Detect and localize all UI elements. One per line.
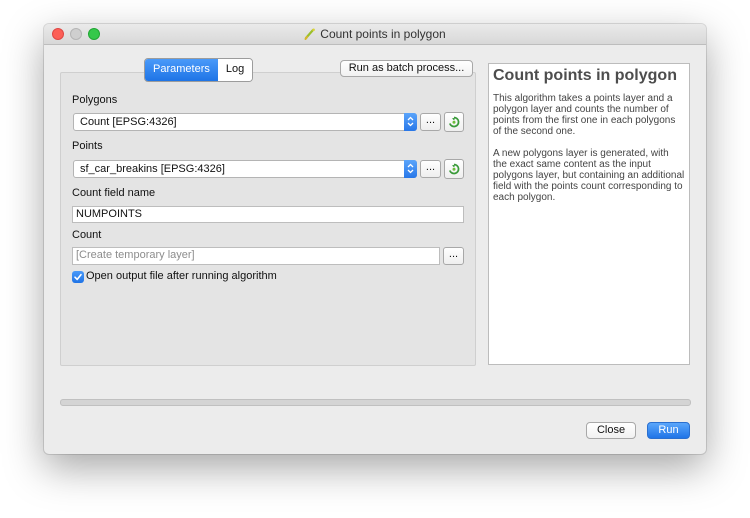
points-label: Points [72,140,103,152]
polygons-iterate-button[interactable] [444,112,464,132]
polygons-select-value: Count [EPSG:4326] [80,116,177,128]
polygons-browse-button[interactable]: ... [420,113,441,131]
points-select-value: sf_car_breakins [EPSG:4326] [80,163,225,175]
algorithm-icon [304,28,316,43]
checkmark-icon [74,273,82,281]
run-button[interactable]: Run [647,422,690,439]
chevron-updown-icon[interactable] [404,113,417,131]
iterate-icon [448,163,460,175]
help-paragraph: A new polygons layer is generated, with … [493,148,685,203]
tab-bar: Parameters Log [144,58,254,82]
tab-log[interactable]: Log [217,59,253,81]
title-bar[interactable]: Count points in polygon [44,24,706,45]
iterate-icon [448,116,460,128]
count-output-label: Count [72,229,102,241]
count-field-name-label: Count field name [72,187,156,199]
points-iterate-button[interactable] [444,159,464,179]
open-output-checkbox[interactable] [72,271,84,283]
window-title: Count points in polygon [320,27,446,41]
count-field-name-input[interactable]: NUMPOINTS [72,206,464,223]
chevron-updown-icon[interactable] [404,160,417,178]
count-output-browse-button[interactable]: ... [443,247,464,265]
run-as-batch-button[interactable]: Run as batch process... [340,60,473,77]
help-paragraph: This algorithm takes a points layer and … [493,93,676,137]
count-output-input[interactable]: [Create temporary layer] [72,247,440,265]
help-panel: Count points in polygon This algorithm t… [488,63,690,365]
help-title: Count points in polygon [493,67,677,84]
points-browse-button[interactable]: ... [420,160,441,178]
polygons-label: Polygons [72,94,118,106]
points-select[interactable]: sf_car_breakins [EPSG:4326] [73,160,417,178]
open-output-label: Open output file after running algorithm [86,270,277,282]
tab-parameters[interactable]: Parameters [145,59,218,81]
polygons-select[interactable]: Count [EPSG:4326] [73,113,417,131]
window-title-container: Count points in polygon [44,27,706,43]
dialog-window: Count points in polygon Parameters Log R… [44,24,706,454]
close-button[interactable]: Close [586,422,636,439]
progress-bar [60,399,691,406]
